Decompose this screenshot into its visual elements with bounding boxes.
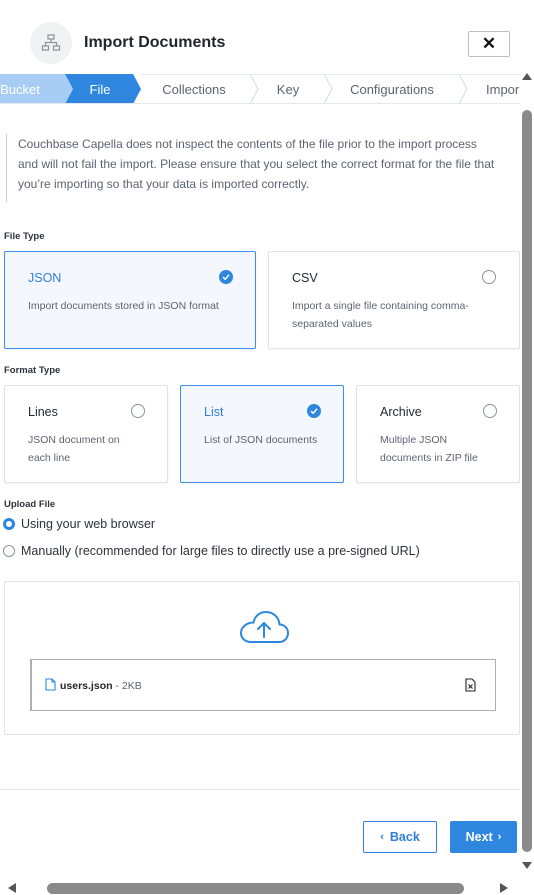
scroll-right-arrow-icon[interactable] [500, 883, 508, 893]
format-type-list-card[interactable]: List List of JSON documents [180, 385, 344, 483]
upload-dropzone[interactable]: users.json - 2KB [4, 581, 520, 735]
card-description: JSON document on each line [28, 434, 120, 464]
notice-line: you’re importing so that your data is im… [18, 177, 310, 191]
file-type-json-card[interactable]: JSON Import documents stored in JSON for… [4, 251, 256, 349]
modal-title: Import Documents [84, 34, 226, 51]
cloud-upload-icon [239, 610, 290, 643]
step-bucket[interactable]: Bucket [0, 74, 40, 104]
remove-file-icon[interactable] [465, 678, 476, 692]
footer-divider [0, 789, 520, 790]
step-file[interactable]: File [78, 74, 122, 104]
chevron-right-icon: › [497, 831, 502, 843]
file-name: users.json - 2KB [60, 680, 142, 692]
option-label: Using your web browser [21, 517, 156, 531]
upload-option-browser[interactable]: Using your web browser [3, 517, 155, 531]
uploaded-file-row: users.json - 2KB [30, 659, 496, 711]
step-collections[interactable]: Collections [145, 74, 243, 104]
checkmark-icon [219, 270, 233, 284]
radio-icon [131, 404, 145, 418]
next-button[interactable]: Next › [450, 821, 517, 853]
scroll-up-arrow-icon[interactable] [522, 73, 532, 80]
vertical-scroll-thumb[interactable] [522, 110, 532, 852]
option-label: Manually (recommended for large files to… [21, 544, 420, 558]
checkmark-icon [307, 404, 321, 418]
step-import[interactable]: Impor [486, 74, 520, 104]
upload-option-manual[interactable]: Manually (recommended for large files to… [3, 544, 420, 558]
card-description: Import documents stored in JSON format [28, 300, 219, 312]
step-configurations[interactable]: Configurations [336, 74, 448, 104]
back-button[interactable]: ‹ Back [363, 821, 437, 853]
format-type-label: Format Type [4, 365, 61, 376]
file-size: - 2KB [112, 680, 142, 692]
radio-icon [3, 545, 15, 557]
close-icon: ✕ [481, 34, 497, 53]
card-title: List [204, 405, 224, 419]
import-stepper: Bucket File Collections Key Configuratio… [0, 74, 520, 104]
format-type-archive-card[interactable]: Archive Multiple JSON documents in ZIP f… [356, 385, 520, 483]
radio-icon [483, 404, 497, 418]
radio-icon [3, 518, 15, 530]
card-title: Archive [380, 405, 422, 419]
scroll-down-arrow-icon[interactable] [522, 862, 532, 869]
card-title: Lines [28, 405, 58, 419]
step-key[interactable]: Key [260, 74, 316, 104]
radio-icon [482, 270, 496, 284]
card-description: Import a single file containing comma- s… [292, 300, 469, 330]
upload-file-label: Upload File [4, 499, 56, 510]
chevron-left-icon: ‹ [380, 831, 384, 843]
format-type-lines-card[interactable]: Lines JSON document on each line [4, 385, 168, 483]
notice-line: and will not fail the import. Please ens… [18, 157, 495, 171]
file-type-label: File Type [4, 231, 45, 242]
card-description: Multiple JSON documents in ZIP file [380, 434, 478, 464]
notice-line: Couchbase Capella does not inspect the c… [18, 137, 477, 151]
close-button[interactable]: ✕ [468, 31, 510, 57]
file-type-csv-card[interactable]: CSV Import a single file containing comm… [268, 251, 520, 349]
card-title: CSV [292, 271, 318, 285]
scroll-left-arrow-icon[interactable] [8, 883, 16, 893]
card-title: JSON [28, 271, 62, 285]
network-icon [30, 22, 72, 64]
import-notice: Couchbase Capella does not inspect the c… [6, 134, 520, 202]
horizontal-scroll-thumb[interactable] [47, 883, 464, 894]
file-icon [45, 678, 56, 691]
card-description: List of JSON documents [204, 434, 318, 446]
